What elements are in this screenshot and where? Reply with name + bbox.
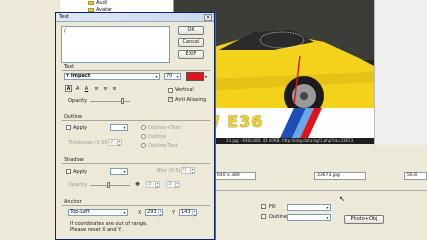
chevron-down-icon: ▾ <box>123 210 126 215</box>
slider-thumb[interactable] <box>106 182 110 188</box>
filename-field: 33673.jpg <box>314 172 366 180</box>
radio-outline-text-label: Outline+Text <box>148 125 181 131</box>
align-center-icon[interactable]: ≡ <box>102 85 109 92</box>
anchor-dropdown[interactable]: Top-Left ▾ <box>68 209 128 216</box>
outline-checkbox[interactable] <box>261 214 266 219</box>
radio-outline[interactable] <box>141 134 146 139</box>
antialiasing-checkbox[interactable]: ✓ <box>168 97 173 102</box>
chevron-down-icon: ▾ <box>326 215 329 220</box>
shadow-opacity-slider[interactable] <box>90 185 130 186</box>
fill-checkbox[interactable] <box>261 204 266 209</box>
chevron-down-icon[interactable]: ▾ <box>205 74 207 79</box>
align-right-icon[interactable]: ≡ <box>111 85 118 92</box>
radio-outline-minus-text[interactable] <box>141 143 146 148</box>
exif-button[interactable]: EXIF <box>178 50 204 59</box>
color-swatch[interactable] <box>186 72 204 81</box>
shadow-y-field[interactable]: 3 ▴ ▾ <box>166 181 180 189</box>
text-dialog: Text × / OK Cancel EXIF Text ᴛ Impact ▾ 7… <box>55 12 215 240</box>
cancel-button[interactable]: Cancel <box>178 38 204 47</box>
radio-outline-label: Outline <box>148 134 167 140</box>
radio-outline-minus-text-label: Outline-Text <box>148 143 178 149</box>
shadow-x-field[interactable]: 3 ▴ ▾ <box>146 181 160 189</box>
spinner-icon[interactable]: ▴ ▾ <box>175 181 179 189</box>
chevron-down-icon: ▾ <box>326 205 329 210</box>
ok-button[interactable]: OK <box>178 26 204 35</box>
outline-color-dropdown[interactable]: ▾ <box>110 124 128 131</box>
vertical-label: Vertical <box>175 87 194 93</box>
chevron-down-icon: ▾ <box>155 74 158 79</box>
outline-dropdown[interactable]: ▾ <box>287 214 331 221</box>
cursor-icon[interactable]: ↖ <box>339 195 345 203</box>
chevron-down-icon: ▾ <box>176 74 179 79</box>
anchor-y-label: Y <box>172 210 176 216</box>
outline-apply-checkbox[interactable] <box>66 125 71 130</box>
chevron-down-icon: ▾ <box>123 169 126 174</box>
outline-apply-label: Apply <box>73 125 88 131</box>
blur-label: Blur (0-5) <box>157 168 181 174</box>
outline-label: Outline <box>269 214 288 220</box>
radio-outline-text[interactable] <box>141 125 146 130</box>
italic-button[interactable]: A <box>74 85 81 92</box>
spinner-icon[interactable]: ▴ ▾ <box>190 167 194 175</box>
extra-field: 56.8 <box>404 172 427 180</box>
opacity-label: Opacity <box>68 98 88 104</box>
chevron-down-icon: ▾ <box>123 125 126 130</box>
anchor-y-field[interactable]: 143 ▴ ▾ <box>179 209 197 217</box>
divider <box>62 70 210 71</box>
divider <box>62 205 210 206</box>
bold-button[interactable]: A <box>65 85 72 92</box>
shadow-opacity-label: Opacity <box>68 182 88 188</box>
shadow-apply-checkbox[interactable] <box>66 169 71 174</box>
dialog-title-bar[interactable]: Text × <box>56 13 214 22</box>
underline-button[interactable]: A <box>83 85 90 92</box>
lower-tool-panel: Fill ▾ Outline ▾ Photo+Obj ↖ <box>214 190 427 240</box>
dimensions-field: 640 x 380 <box>214 172 256 180</box>
info-row: 640 x 380 33673.jpg 56.8 <box>214 172 427 180</box>
spinner-icon[interactable]: ▴ ▾ <box>192 209 196 217</box>
anchor-note-line2: Please reset X and Y. <box>70 227 122 233</box>
right-panel <box>374 0 427 145</box>
antialiasing-label: Anti Aliasing <box>175 97 207 103</box>
shadow-apply-label: Apply <box>73 169 88 175</box>
text-input[interactable]: / <box>61 26 170 63</box>
dialog-title: Text <box>59 14 70 20</box>
font-type-icon: ᴛ <box>66 73 69 79</box>
crosshair-icon: ✥ <box>135 181 141 188</box>
close-button[interactable]: × <box>204 14 212 21</box>
divider <box>62 163 210 164</box>
font-dropdown[interactable]: ᴛ Impact ▾ <box>64 73 160 80</box>
font-size-dropdown[interactable]: 70 ▾ <box>164 73 181 80</box>
divider <box>62 120 210 121</box>
spinner-icon[interactable]: ▴ ▾ <box>155 181 159 189</box>
slider-thumb[interactable] <box>121 98 125 104</box>
tree-item-label: Audi <box>96 0 108 6</box>
blur-field[interactable]: 0 ▴ ▾ <box>181 167 195 175</box>
spinner-icon[interactable]: ▴ ▾ <box>158 209 162 217</box>
anchor-x-label: X <box>138 210 142 216</box>
shadow-color-dropdown[interactable]: ▾ <box>110 168 128 175</box>
fill-dropdown[interactable]: ▾ <box>287 204 331 211</box>
align-left-icon[interactable]: ≡ <box>93 85 100 92</box>
vertical-checkbox[interactable] <box>168 88 173 93</box>
folder-icon <box>88 1 94 5</box>
thickness-field[interactable]: 2 ▴ ▾ <box>108 139 122 147</box>
anchor-x-field[interactable]: 293 ▴ ▾ <box>145 209 163 217</box>
spinner-icon[interactable]: ▴ ▾ <box>117 139 121 147</box>
fill-label: Fill <box>269 204 276 210</box>
tree-item-audi[interactable]: Audi <box>88 0 107 6</box>
screen: Audi Avatar W E36 23.jpg - 640x380, 41.8… <box>0 0 427 240</box>
thickness-label: Thickness (1-50) <box>68 140 110 146</box>
photo-obj-button[interactable]: Photo+Obj <box>344 215 384 224</box>
